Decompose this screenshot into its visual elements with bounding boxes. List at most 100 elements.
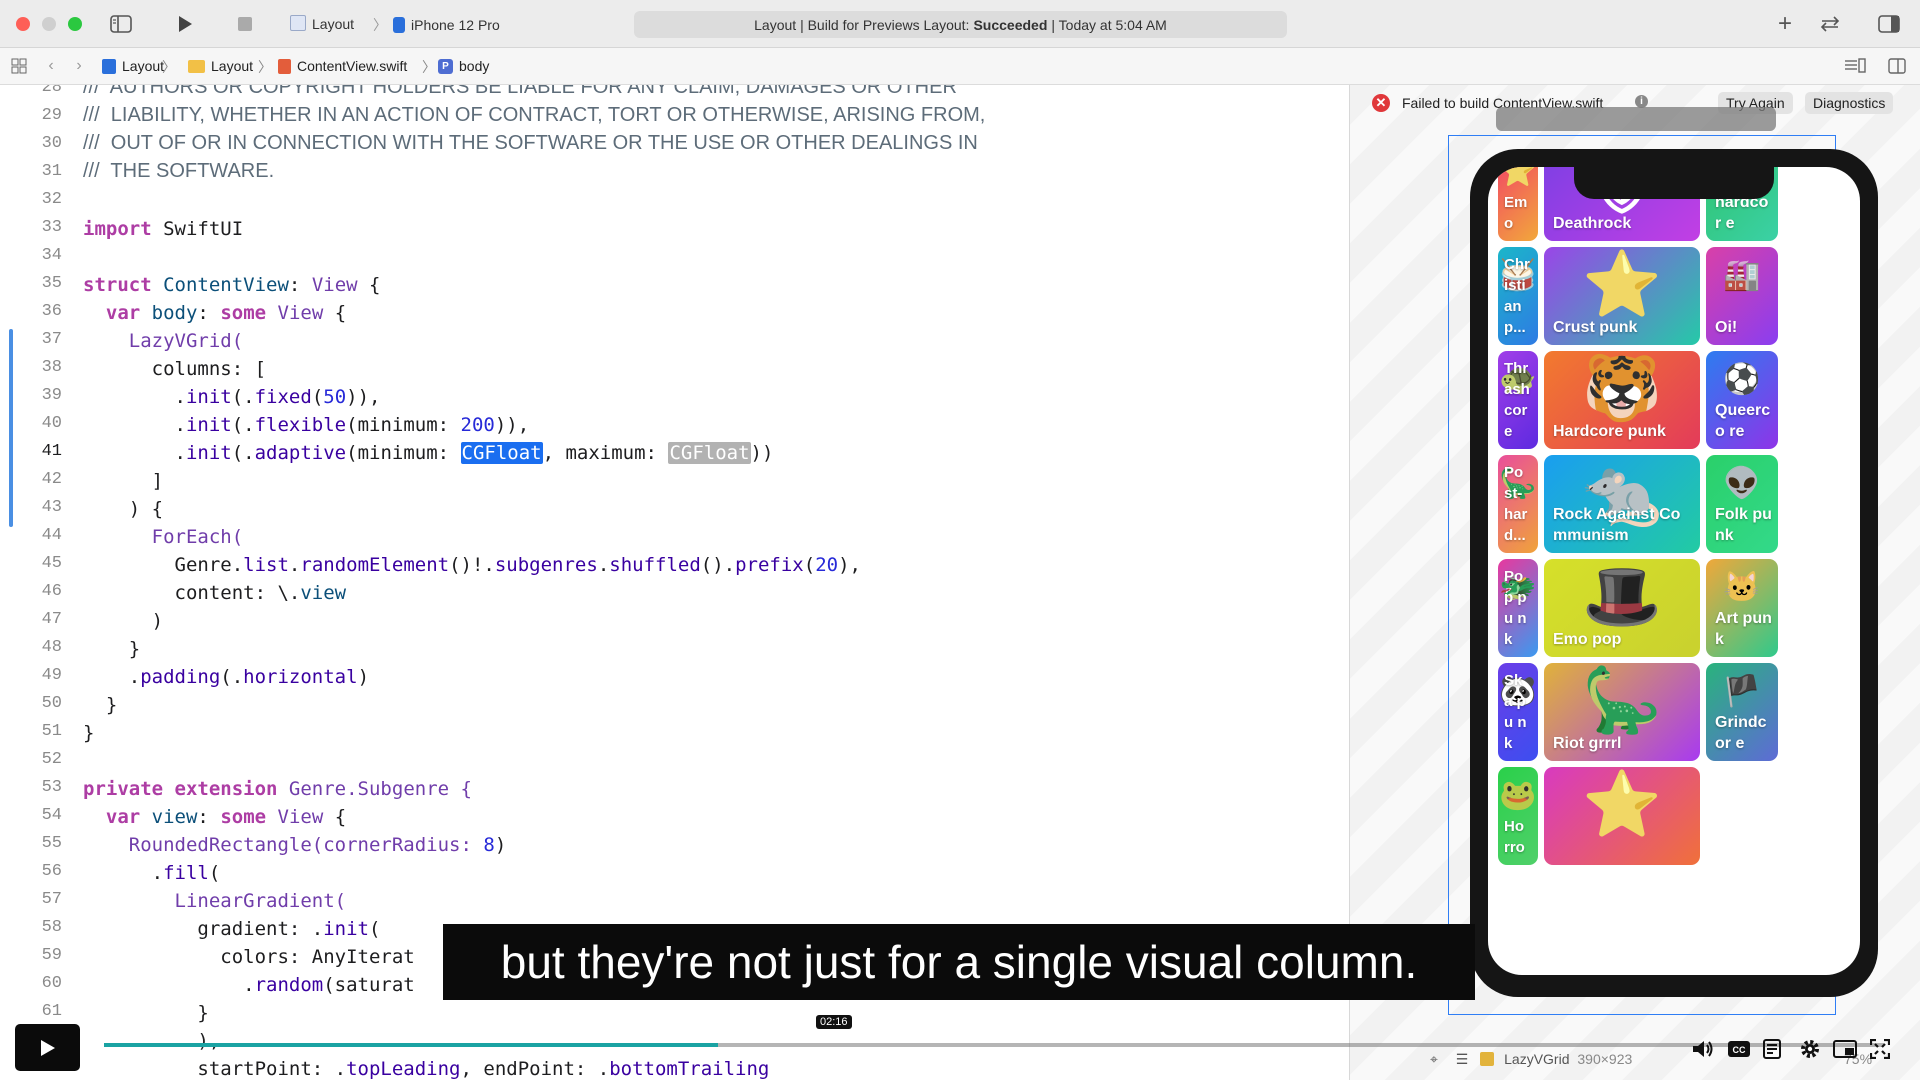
code-token: )), [346, 386, 381, 408]
fullscreen-icon[interactable] [1866, 1037, 1894, 1061]
genre-tile-icon: 🦕 [1582, 664, 1662, 737]
code-line: private extension Genre.Subgenre { [83, 778, 472, 800]
code-line: struct ContentView: View { [83, 274, 380, 296]
code-line: } [83, 722, 95, 744]
picture-in-picture-icon[interactable] [1831, 1037, 1859, 1061]
breadcrumb-symbol[interactable]: Pbody [438, 58, 489, 74]
genre-tile-icon: 👽 [1723, 467, 1761, 501]
error-icon: ✕ [1372, 94, 1390, 112]
minimize-window-button[interactable] [42, 17, 56, 31]
genre-tile: 🏴 Grindcor e [1706, 663, 1778, 761]
genre-tile: 🐸 Ho rro [1498, 767, 1538, 865]
inspector-toggle-icon[interactable] [1876, 12, 1902, 36]
selected-placeholder-token[interactable]: CGFloat [460, 442, 543, 464]
code-token: (minimum: [346, 442, 461, 464]
breadcrumb-symbol-label: body [459, 58, 490, 74]
code-token: adaptive [254, 442, 347, 464]
genre-tile-label: Grindcor e [1715, 714, 1767, 752]
line-number: 32 [41, 190, 62, 209]
genre-tile: 🦕 Riot grrrl [1544, 663, 1700, 761]
type-token: View [277, 302, 324, 324]
genre-tile: ⭐ [1544, 767, 1700, 865]
code-token: (saturat [323, 974, 415, 996]
diagnostics-button[interactable]: Diagnostics [1805, 92, 1894, 114]
line-number: 54 [41, 806, 62, 825]
genre-tile-label: Em o [1504, 194, 1528, 232]
preview-toolbar [1496, 107, 1776, 131]
subtitle-caption: but they're not just for a single visual… [443, 924, 1475, 1000]
code-line: .random(saturat [83, 974, 415, 996]
genre-tile: 🐲 Po p pu nk [1498, 559, 1538, 657]
close-window-button[interactable] [16, 17, 30, 31]
genre-tile-label: Emo pop [1553, 631, 1622, 648]
code-line: } [83, 694, 118, 716]
transcript-icon[interactable] [1760, 1037, 1788, 1061]
code-token: . [83, 386, 186, 408]
genre-tile-icon: 🏴 [1723, 675, 1761, 709]
code-line: .fill( [83, 862, 221, 884]
code-review-icon[interactable] [1817, 12, 1843, 36]
breadcrumb-file[interactable]: ContentView.swift [278, 58, 407, 74]
back-icon[interactable]: ‹ [38, 54, 64, 78]
code-line: Genre.list.randomElement()!.subgenres.sh… [83, 554, 861, 576]
line-number: 28 [41, 85, 62, 97]
genre-tile-icon: 🐸 [1499, 779, 1537, 813]
genre-tile-label: Sk a pu nk [1504, 672, 1527, 752]
code-line: LazyVGrid( [83, 330, 244, 352]
editor-options-icon[interactable] [1842, 54, 1868, 78]
genre-tile: 👽 Folk punk [1706, 455, 1778, 553]
keyword-token: var [105, 302, 141, 324]
device-notch [1574, 167, 1774, 199]
placeholder-token[interactable]: CGFloat [668, 442, 751, 464]
genre-tile-label: Thr ash cor e [1504, 360, 1530, 440]
code-token: horizontal [243, 666, 358, 688]
scheme-selector[interactable]: Layout [290, 15, 354, 32]
breadcrumb-file-label: ContentView.swift [297, 58, 408, 74]
activity-status: Layout | Build for Previews Layout: Succ… [634, 11, 1287, 38]
scheme-icon [290, 15, 306, 31]
zoom-window-button[interactable] [68, 17, 82, 31]
keyword-token: some [220, 302, 267, 324]
code-line: columns: [ [83, 358, 267, 380]
navigator-toggle-icon[interactable] [108, 12, 134, 36]
keyword-token: some [220, 806, 267, 828]
code-token: : [288, 274, 312, 296]
code-token: (. [231, 386, 255, 408]
status-prefix: Layout | Build for Previews Layout: [754, 16, 970, 33]
code-line: .init(.flexible(minimum: 200)), [83, 414, 530, 436]
related-items-icon[interactable] [6, 54, 32, 78]
keyword-token: extension [174, 778, 278, 800]
status-result: Succeeded [973, 16, 1048, 33]
video-progress-bar[interactable] [104, 1043, 1884, 1047]
genre-tile-label: Chr isti an p... [1504, 256, 1530, 336]
settings-gear-icon[interactable] [1796, 1037, 1824, 1061]
add-icon[interactable]: + [1772, 10, 1798, 37]
add-editor-icon[interactable] [1884, 54, 1910, 78]
volume-icon[interactable] [1689, 1037, 1717, 1061]
code-token: random [254, 974, 324, 996]
stop-icon[interactable] [232, 12, 258, 36]
line-number: 37 [41, 330, 62, 349]
code-token: list [243, 554, 289, 576]
line-number: 46 [41, 582, 62, 601]
breadcrumb-project[interactable]: Layout [102, 58, 164, 74]
code-line: .init(.fixed(50)), [83, 386, 381, 408]
code-token: . [83, 974, 255, 996]
code-token: (. [231, 442, 255, 464]
video-player-controls: 02:16 CC [0, 1015, 1920, 1080]
breadcrumb-folder[interactable]: Layout [188, 58, 253, 74]
code-line: import SwiftUI [83, 218, 243, 240]
closed-captions-icon[interactable]: CC [1725, 1037, 1753, 1061]
line-number: 42 [41, 470, 62, 489]
genre-tile: 🦕 Po st- har d... [1498, 455, 1538, 553]
play-button[interactable] [15, 1024, 80, 1071]
device-icon [393, 17, 405, 33]
genre-tile: 🎩 Emo pop [1544, 559, 1700, 657]
keyword-token: var [105, 806, 141, 828]
device-selector[interactable]: 〉 iPhone 12 Pro [373, 15, 500, 35]
run-icon[interactable] [172, 12, 198, 36]
scheme-label: Layout [312, 16, 355, 32]
forward-icon[interactable]: › [66, 54, 92, 78]
